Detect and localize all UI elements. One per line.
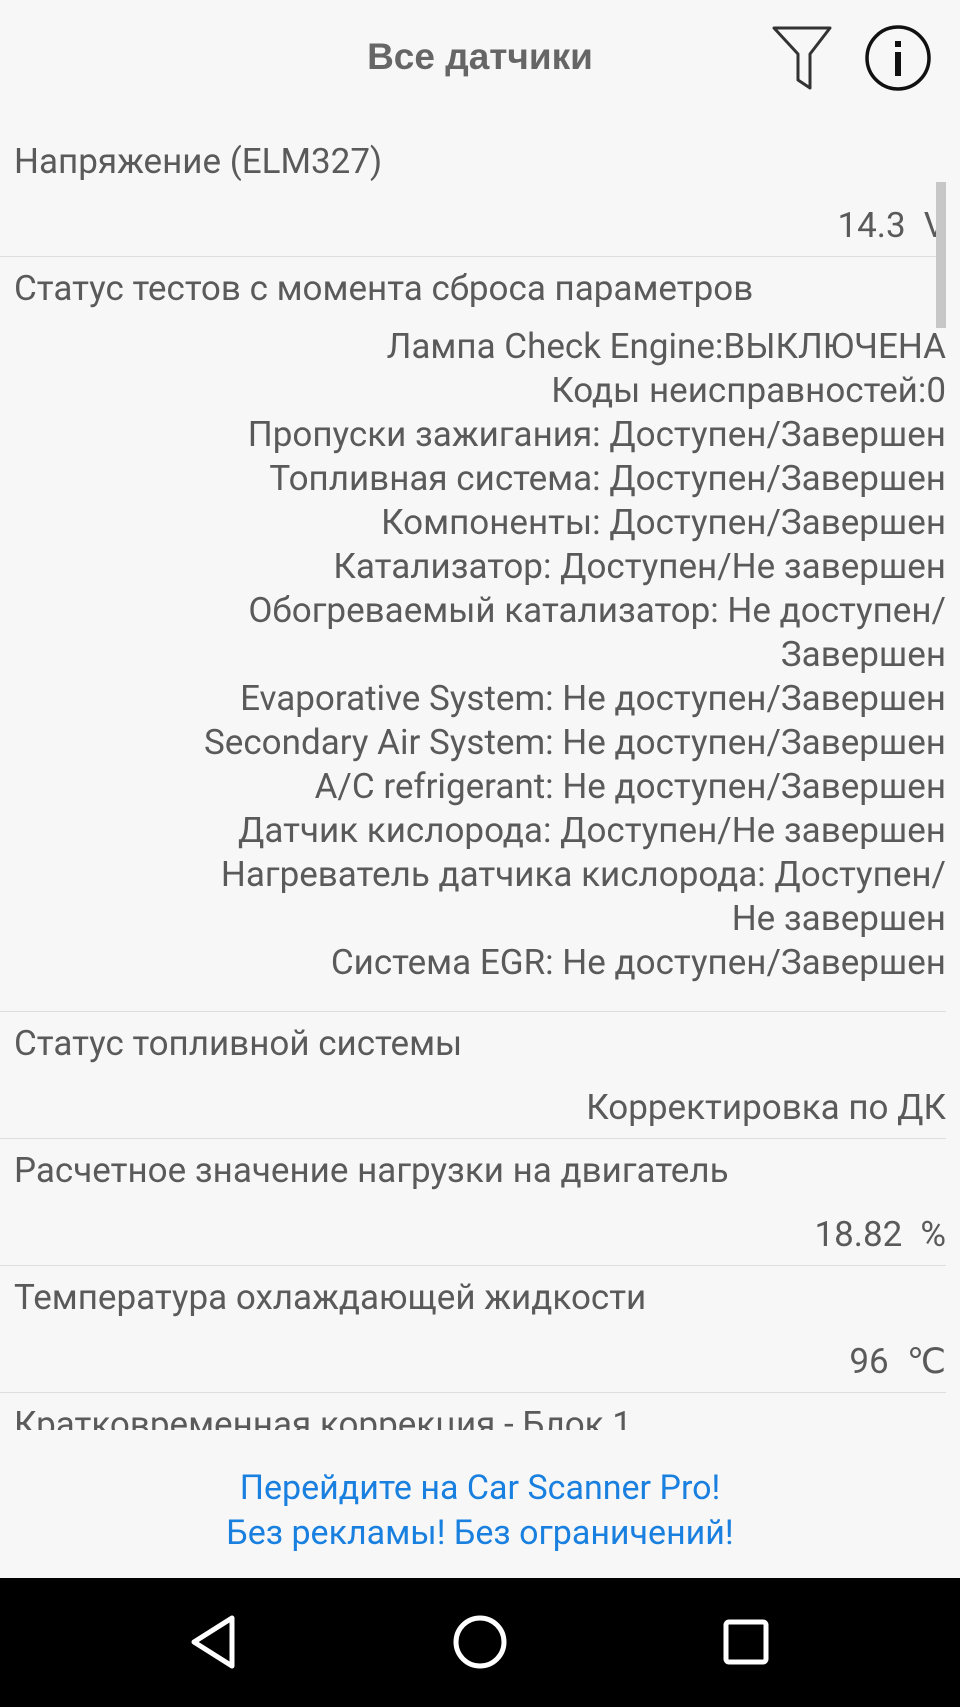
scrollbar[interactable] (936, 182, 946, 328)
sensor-row[interactable]: Статус топливной системы Корректировка п… (0, 1012, 946, 1139)
home-button[interactable] (448, 1610, 512, 1674)
status-line: Коды неисправностей:0 (551, 370, 946, 411)
sensor-value: 18.82 (814, 1214, 903, 1255)
sensor-row[interactable]: Напряжение (ELM327) 14.3 V (0, 130, 946, 257)
system-navbar (0, 1578, 960, 1707)
promo-line[interactable]: Перейдите на Car Scanner Pro! (0, 1466, 960, 1511)
sensor-value-line: 14.3 V (14, 184, 946, 256)
status-line: Топливная система: Доступен/Завершен (269, 458, 946, 499)
sensor-name: Температура охлаждающей жидкости (14, 1277, 647, 1318)
filter-icon (772, 26, 832, 90)
status-line: Катализатор: Доступен/Не завершен (333, 546, 946, 587)
sensor-name: Кратковременная коррекция - Блок 1 (14, 1404, 632, 1430)
status-line: Secondary Air System: Не доступен/Заверш… (204, 722, 946, 763)
sensor-unit: ℃ (906, 1341, 946, 1382)
sensor-value: 96 (849, 1341, 889, 1382)
sensor-name: Статус топливной системы (14, 1023, 463, 1064)
status-line: Нагреватель датчика кислорода: Доступен/ (220, 854, 946, 895)
sensor-value: 14.3 (837, 205, 906, 246)
back-icon (191, 1615, 235, 1669)
app-header: Все датчики (0, 0, 960, 120)
sensor-name: Статус тестов с момента сброса параметро… (14, 268, 754, 309)
sensor-value-lines: Лампа Check Engine:ВЫКЛЮЧЕНА Коды неиспр… (14, 311, 946, 1011)
status-line: Датчик кислорода: Доступен/Не завершен (238, 810, 946, 851)
sensor-row[interactable]: Расчетное значение нагрузки на двигатель… (0, 1139, 946, 1266)
sensor-unit: % (920, 1214, 946, 1255)
status-line: Система EGR: Не доступен/Завершен (330, 942, 946, 983)
status-line: Обогреваемый катализатор: Не доступен/ (248, 590, 946, 631)
info-icon (865, 25, 931, 91)
status-line: Evaporative System: Не доступен/Завершен (240, 678, 946, 719)
info-button[interactable] (864, 24, 932, 92)
sensor-value: Корректировка по ДК (586, 1087, 946, 1128)
promo-banner[interactable]: Перейдите на Car Scanner Pro! Без реклам… (0, 1466, 960, 1556)
status-line: Не завершен (731, 898, 946, 939)
sensor-value-line: 96 ℃ (14, 1320, 946, 1392)
recents-icon (723, 1619, 769, 1665)
status-line: Компоненты: Доступен/Завершен (381, 502, 946, 543)
sensor-value-line: 18.82% (14, 1193, 946, 1265)
status-line: Пропуски зажигания: Доступен/Завершен (247, 414, 946, 455)
back-button[interactable] (182, 1610, 246, 1674)
recents-button[interactable] (714, 1610, 778, 1674)
home-icon (453, 1615, 507, 1669)
sensor-row[interactable]: Статус тестов с момента сброса параметро… (0, 257, 946, 1012)
sensor-list[interactable]: Напряжение (ELM327) 14.3 V Статус тестов … (0, 130, 960, 1430)
sensor-name: Расчетное значение нагрузки на двигатель (14, 1150, 729, 1191)
filter-button[interactable] (768, 20, 836, 96)
status-line: Завершен (780, 634, 946, 675)
status-line: Лампа Check Engine:ВЫКЛЮЧЕНА (386, 326, 946, 367)
status-line: A/C refrigerant: Не доступен/Завершен (314, 766, 946, 807)
sensor-row[interactable]: Температура охлаждающей жидкости 96 ℃ (0, 1266, 946, 1393)
sensor-name: Напряжение (ELM327) (14, 141, 383, 182)
sensor-row[interactable]: Кратковременная коррекция - Блок 1 (0, 1393, 946, 1430)
promo-line[interactable]: Без рекламы! Без ограничений! (0, 1511, 960, 1556)
